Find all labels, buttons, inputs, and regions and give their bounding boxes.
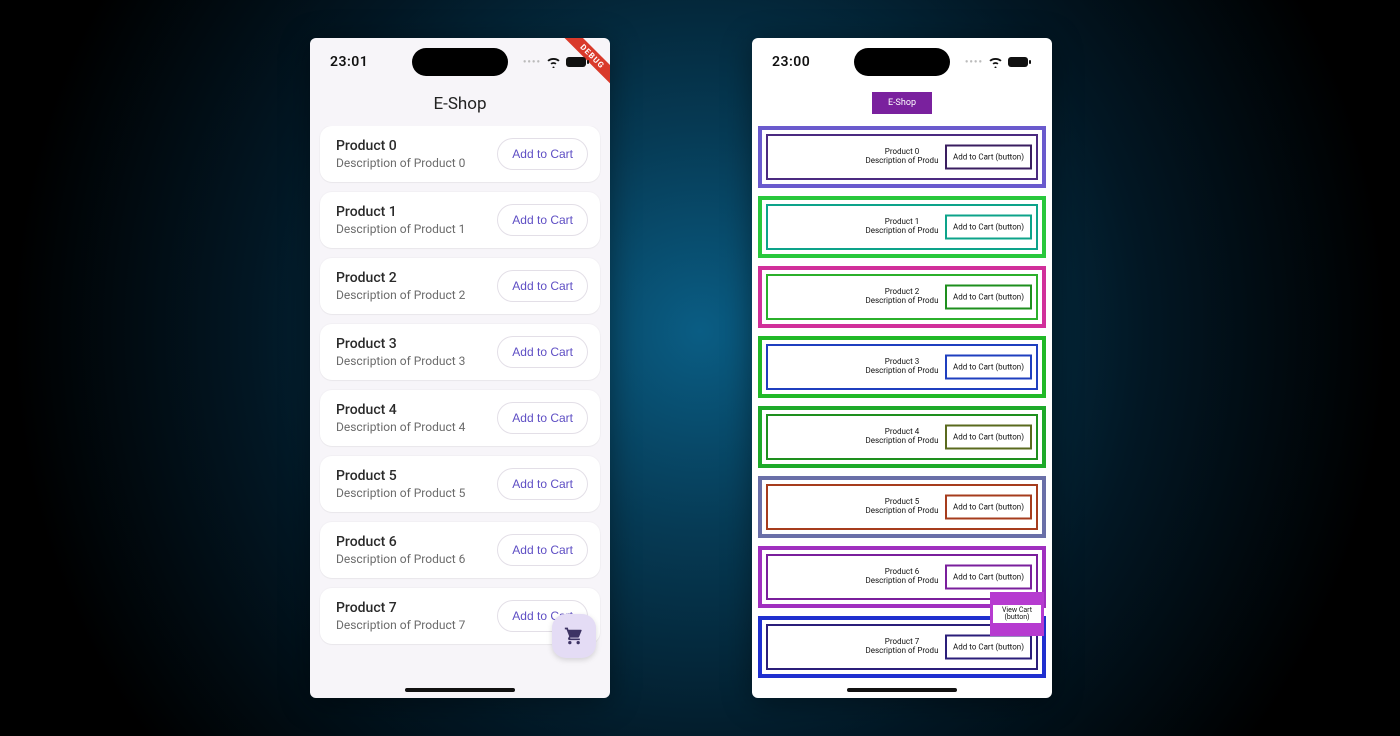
product-title: Product 3 <box>336 336 497 352</box>
product-title: Product 7 <box>336 600 497 616</box>
add-to-cart-button[interactable]: Add to Cart <box>497 336 588 368</box>
product-info: Product 3 Description of Product 3 <box>336 336 497 368</box>
phone-right: 23:00 •••• E-Shop Product 0Description o… <box>752 38 1052 698</box>
view-cart-label: View Cart (button) <box>993 605 1041 623</box>
product-info: Product 1 Description of Product 1 <box>336 204 497 236</box>
product-card: Product 2 Description of Product 2Add to … <box>320 258 600 314</box>
product-desc: Description of Produ <box>866 437 939 446</box>
product-card: Product 1 Description of Product 1Add to … <box>320 192 600 248</box>
product-info: Product 7 Description of Product 7 <box>336 600 497 632</box>
product-card: Product 3 Description of Product 3Add to … <box>320 324 600 380</box>
product-desc: Description of Product 6 <box>336 552 497 566</box>
product-desc: Description of Produ <box>866 507 939 516</box>
add-to-cart-button[interactable]: Add to Cart (button) <box>945 285 1032 310</box>
product-card: Product 5 Description of Product 5Add to … <box>320 456 600 512</box>
product-desc: Description of Produ <box>866 227 939 236</box>
product-title: Product 6 <box>336 534 497 550</box>
product-desc: Description of Produ <box>866 297 939 306</box>
product-desc: Description of Product 3 <box>336 354 497 368</box>
cellular-icon: •••• <box>523 57 541 68</box>
product-desc: Description of Produ <box>866 367 939 376</box>
status-right: •••• <box>965 56 1032 68</box>
phone-left: DEBUG 23:01 •••• E-Shop Product 0Descrip… <box>310 38 610 698</box>
dynamic-island <box>854 48 950 76</box>
debug-row: Product 4Description of Produ Add to Cart… <box>758 406 1046 468</box>
product-info: Product 4Description of Produ <box>866 428 939 446</box>
product-desc: Description of Product 2 <box>336 288 497 302</box>
product-desc: Description of Product 1 <box>336 222 497 236</box>
add-to-cart-button[interactable]: Add to Cart (button) <box>945 495 1032 520</box>
dynamic-island <box>412 48 508 76</box>
status-time: 23:01 <box>330 54 368 70</box>
product-info: Product 5 Description of Product 5 <box>336 468 497 500</box>
stage: DEBUG 23:01 •••• E-Shop Product 0Descrip… <box>0 0 1400 736</box>
product-desc: Description of Produ <box>866 577 939 586</box>
add-to-cart-button[interactable]: Add to Cart (button) <box>945 355 1032 380</box>
product-desc: Description of Produ <box>866 157 939 166</box>
product-desc: Description of Product 5 <box>336 486 497 500</box>
home-indicator <box>847 688 957 692</box>
product-info: Product 0 Description of Product 0 <box>336 138 497 170</box>
product-info: Product 7Description of Produ <box>866 638 939 656</box>
add-to-cart-button[interactable]: Add to Cart (button) <box>945 215 1032 240</box>
debug-row: Product 1Description of Produ Add to Cart… <box>758 196 1046 258</box>
product-card: Product 0 Description of Product 0Add to … <box>320 126 600 182</box>
status-bar: 23:01 •••• <box>310 38 610 86</box>
product-desc: Description of Produ <box>866 647 939 656</box>
cellular-icon: •••• <box>965 57 983 68</box>
add-to-cart-button[interactable]: Add to Cart (button) <box>945 145 1032 170</box>
product-list[interactable]: Product 0Description of Product 0Add to … <box>310 126 610 698</box>
product-info: Product 5Description of Produ <box>866 498 939 516</box>
app-bar: E-Shop <box>752 86 1052 122</box>
app-title: E-Shop <box>872 92 932 114</box>
debug-row: Product 3Description of Produ Add to Cart… <box>758 336 1046 398</box>
cart-icon <box>564 626 584 646</box>
status-time: 23:00 <box>772 54 810 70</box>
product-title: Product 4 <box>336 402 497 418</box>
product-title: Product 2 <box>336 270 497 286</box>
product-title: Product 1 <box>336 204 497 220</box>
battery-icon <box>1008 56 1032 68</box>
add-to-cart-button[interactable]: Add to Cart (button) <box>945 635 1032 660</box>
add-to-cart-button[interactable]: Add to Cart <box>497 138 588 170</box>
view-cart-fab[interactable]: View Cart (button) <box>990 592 1044 636</box>
add-to-cart-button[interactable]: Add to Cart (button) <box>945 565 1032 590</box>
product-info: Product 2Description of Produ <box>866 288 939 306</box>
add-to-cart-button[interactable]: Add to Cart <box>497 402 588 434</box>
product-info: Product 1Description of Produ <box>866 218 939 236</box>
debug-row: Product 5Description of Produ Add to Cart… <box>758 476 1046 538</box>
wifi-icon <box>988 57 1003 68</box>
debug-row: Product 0Description of Produ Add to Cart… <box>758 126 1046 188</box>
battery-icon <box>566 56 590 68</box>
status-right: •••• <box>523 56 590 68</box>
add-to-cart-button[interactable]: Add to Cart <box>497 468 588 500</box>
product-info: Product 4 Description of Product 4 <box>336 402 497 434</box>
add-to-cart-button[interactable]: Add to Cart (button) <box>945 425 1032 450</box>
product-title: Product 5 <box>336 468 497 484</box>
product-info: Product 2 Description of Product 2 <box>336 270 497 302</box>
product-info: Product 6Description of Produ <box>866 568 939 586</box>
add-to-cart-button[interactable]: Add to Cart <box>497 534 588 566</box>
app-title: E-Shop <box>310 86 610 126</box>
product-info: Product 6 Description of Product 6 <box>336 534 497 566</box>
product-info: Product 0Description of Produ <box>866 148 939 166</box>
view-cart-fab[interactable] <box>552 614 596 658</box>
home-indicator <box>405 688 515 692</box>
status-bar: 23:00 •••• <box>752 38 1052 86</box>
product-title: Product 0 <box>336 138 497 154</box>
product-desc: Description of Product 0 <box>336 156 497 170</box>
product-desc: Description of Product 4 <box>336 420 497 434</box>
product-info: Product 3Description of Produ <box>866 358 939 376</box>
add-to-cart-button[interactable]: Add to Cart <box>497 204 588 236</box>
add-to-cart-button[interactable]: Add to Cart <box>497 270 588 302</box>
wifi-icon <box>546 57 561 68</box>
product-card: Product 4 Description of Product 4Add to … <box>320 390 600 446</box>
debug-row: Product 2Description of Produ Add to Cart… <box>758 266 1046 328</box>
product-card: Product 6 Description of Product 6Add to … <box>320 522 600 578</box>
product-desc: Description of Product 7 <box>336 618 497 632</box>
